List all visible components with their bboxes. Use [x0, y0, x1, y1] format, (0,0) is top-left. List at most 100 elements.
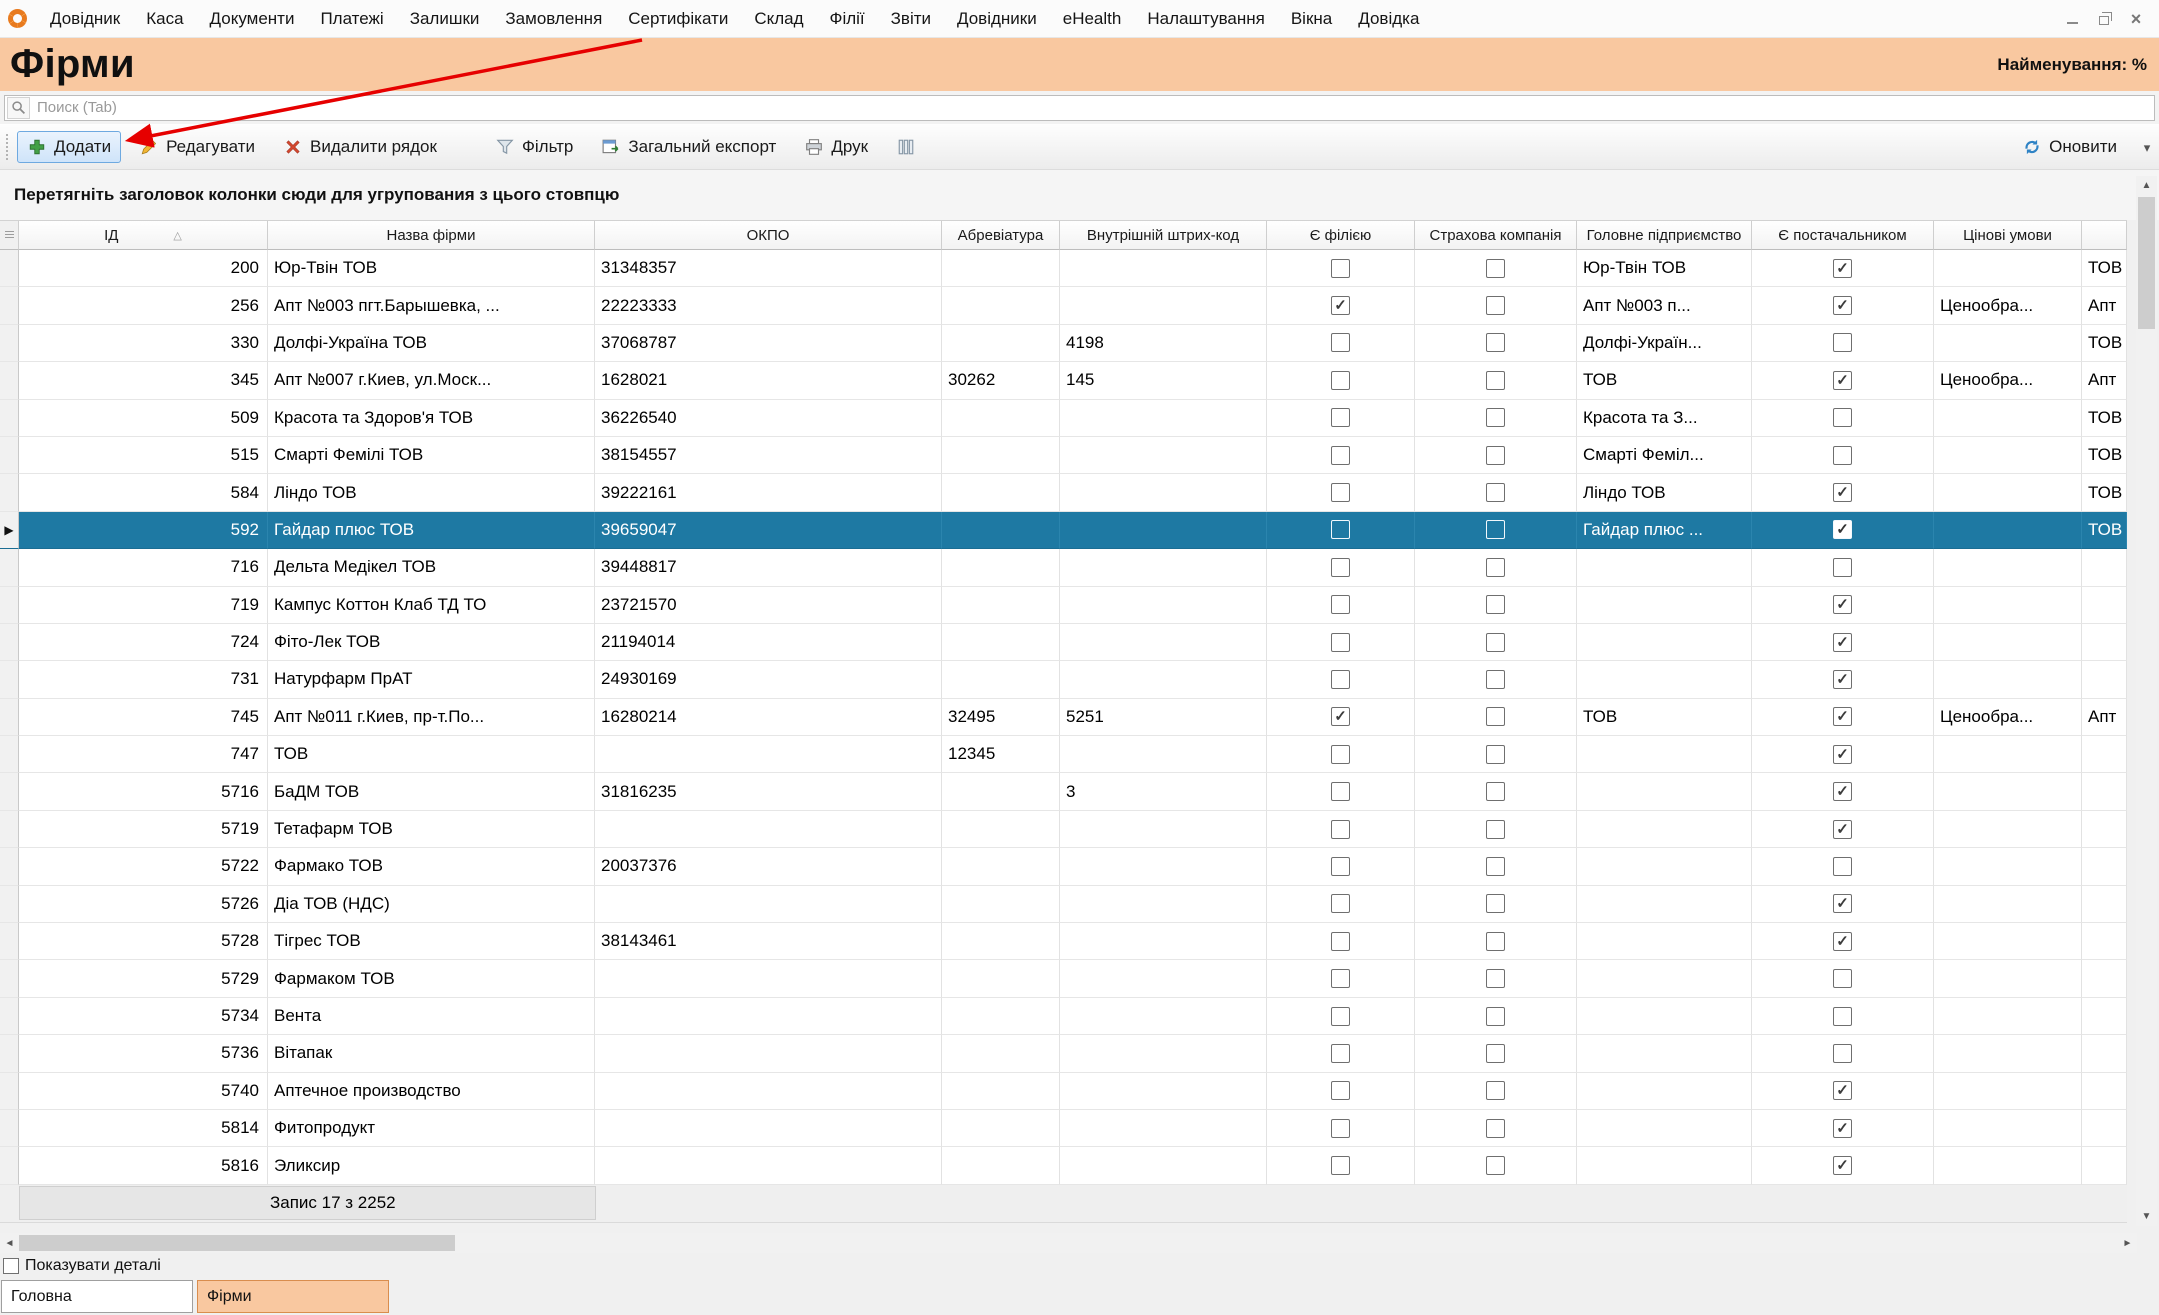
- branch-checkbox[interactable]: [1331, 745, 1350, 764]
- menu-item-platezhi[interactable]: Платежі: [307, 9, 396, 29]
- column-header-barcode[interactable]: Внутрішній штрих-код: [1060, 221, 1267, 250]
- column-header-branch[interactable]: Є філією: [1267, 221, 1415, 250]
- branch-checkbox[interactable]: [1331, 296, 1350, 315]
- table-row[interactable]: 719Кампус Коттон Клаб ТД ТО23721570: [0, 587, 2127, 624]
- print-button[interactable]: Друк: [794, 131, 878, 163]
- insurance-checkbox[interactable]: [1486, 782, 1505, 801]
- insurance-checkbox[interactable]: [1486, 1119, 1505, 1138]
- horizontal-scroll-thumb[interactable]: [19, 1235, 455, 1251]
- refresh-button[interactable]: Оновити: [2012, 131, 2127, 163]
- branch-checkbox[interactable]: [1331, 670, 1350, 689]
- scroll-up-icon[interactable]: ▲: [2136, 176, 2157, 195]
- scroll-left-icon[interactable]: ◄: [0, 1233, 19, 1253]
- supplier-checkbox[interactable]: [1833, 857, 1852, 876]
- insurance-checkbox[interactable]: [1486, 633, 1505, 652]
- branch-checkbox[interactable]: [1331, 782, 1350, 801]
- columns-button[interactable]: [886, 131, 926, 163]
- insurance-checkbox[interactable]: [1486, 259, 1505, 278]
- table-row[interactable]: 5722Фармако ТОВ20037376: [0, 848, 2127, 885]
- table-row[interactable]: 200Юр-Твін ТОВ31348357Юр-Твін ТОВТОВ: [0, 250, 2127, 287]
- insurance-checkbox[interactable]: [1486, 371, 1505, 390]
- table-row[interactable]: ▶592Гайдар плюс ТОВ39659047Гайдар плюс .…: [0, 512, 2127, 549]
- branch-checkbox[interactable]: [1331, 1156, 1350, 1175]
- menu-item-zamovlennia[interactable]: Замовлення: [492, 9, 615, 29]
- table-row[interactable]: 5816Эликсир: [0, 1147, 2127, 1184]
- add-button[interactable]: Додати: [17, 131, 121, 163]
- menu-item-dovidnyky[interactable]: Довідники: [944, 9, 1050, 29]
- supplier-checkbox[interactable]: [1833, 932, 1852, 951]
- supplier-checkbox[interactable]: [1833, 483, 1852, 502]
- table-row[interactable]: 5736Вітапак: [0, 1035, 2127, 1072]
- branch-checkbox[interactable]: [1331, 259, 1350, 278]
- column-header-okpo[interactable]: ОКПО: [595, 221, 942, 250]
- menu-item-zvity[interactable]: Звіти: [878, 9, 944, 29]
- table-row[interactable]: 584Ліндо ТОВ39222161Ліндо ТОВТОВ: [0, 474, 2127, 511]
- table-row[interactable]: 515Смарті Фемілі ТОВ38154557Смарті Феміл…: [0, 437, 2127, 474]
- table-row[interactable]: 5740Аптечное производство: [0, 1073, 2127, 1110]
- insurance-checkbox[interactable]: [1486, 1156, 1505, 1175]
- scroll-right-icon[interactable]: ►: [2118, 1233, 2137, 1253]
- branch-checkbox[interactable]: [1331, 932, 1350, 951]
- supplier-checkbox[interactable]: [1833, 1044, 1852, 1063]
- supplier-checkbox[interactable]: [1833, 969, 1852, 988]
- table-row[interactable]: 5728Тігрес ТОВ38143461: [0, 923, 2127, 960]
- supplier-checkbox[interactable]: [1833, 296, 1852, 315]
- table-row[interactable]: 5716БаДМ ТОВ318162353: [0, 773, 2127, 810]
- insurance-checkbox[interactable]: [1486, 408, 1505, 427]
- branch-checkbox[interactable]: [1331, 894, 1350, 913]
- table-row[interactable]: 724Фіто-Лек ТОВ21194014: [0, 624, 2127, 661]
- supplier-checkbox[interactable]: [1833, 1081, 1852, 1100]
- branch-checkbox[interactable]: [1331, 1044, 1350, 1063]
- menu-item-sertyfikaty[interactable]: Сертифікати: [615, 9, 741, 29]
- minimize-button[interactable]: [2059, 8, 2085, 30]
- insurance-checkbox[interactable]: [1486, 670, 1505, 689]
- insurance-checkbox[interactable]: [1486, 932, 1505, 951]
- column-header-type[interactable]: [2082, 221, 2127, 250]
- branch-checkbox[interactable]: [1331, 707, 1350, 726]
- branch-checkbox[interactable]: [1331, 633, 1350, 652]
- branch-checkbox[interactable]: [1331, 820, 1350, 839]
- menu-item-filii[interactable]: Філії: [817, 9, 878, 29]
- insurance-checkbox[interactable]: [1486, 857, 1505, 876]
- restore-button[interactable]: [2091, 8, 2117, 30]
- table-row[interactable]: 5729Фармаком ТОВ: [0, 960, 2127, 997]
- insurance-checkbox[interactable]: [1486, 1007, 1505, 1026]
- supplier-checkbox[interactable]: [1833, 408, 1852, 427]
- table-row[interactable]: 5734Вента: [0, 998, 2127, 1035]
- table-row[interactable]: 747ТОВ12345: [0, 736, 2127, 773]
- supplier-checkbox[interactable]: [1833, 1156, 1852, 1175]
- supplier-checkbox[interactable]: [1833, 707, 1852, 726]
- close-button[interactable]: ×: [2123, 8, 2149, 30]
- column-header-insurance[interactable]: Страхова компанія: [1415, 221, 1577, 250]
- insurance-checkbox[interactable]: [1486, 333, 1505, 352]
- insurance-checkbox[interactable]: [1486, 595, 1505, 614]
- column-header-id[interactable]: ІД△: [19, 221, 268, 250]
- supplier-checkbox[interactable]: [1833, 820, 1852, 839]
- insurance-checkbox[interactable]: [1486, 820, 1505, 839]
- supplier-checkbox[interactable]: [1833, 1007, 1852, 1026]
- supplier-checkbox[interactable]: [1833, 259, 1852, 278]
- supplier-checkbox[interactable]: [1833, 670, 1852, 689]
- export-button[interactable]: Загальний експорт: [591, 131, 786, 163]
- edit-button[interactable]: Редагувати: [129, 131, 265, 163]
- supplier-checkbox[interactable]: [1833, 595, 1852, 614]
- menu-item-vikna[interactable]: Вікна: [1278, 9, 1345, 29]
- insurance-checkbox[interactable]: [1486, 707, 1505, 726]
- menu-item-nalashtuvannia[interactable]: Налаштування: [1134, 9, 1278, 29]
- insurance-checkbox[interactable]: [1486, 969, 1505, 988]
- menu-item-dovidka[interactable]: Довідка: [1345, 9, 1432, 29]
- branch-checkbox[interactable]: [1331, 1119, 1350, 1138]
- toolbar-overflow-button[interactable]: ▾: [2135, 139, 2159, 154]
- vertical-scroll-thumb[interactable]: [2138, 197, 2155, 329]
- branch-checkbox[interactable]: [1331, 558, 1350, 577]
- table-row[interactable]: 731Натурфарм ПрАТ24930169: [0, 661, 2127, 698]
- branch-checkbox[interactable]: [1331, 969, 1350, 988]
- menu-item-zalyshky[interactable]: Залишки: [397, 9, 493, 29]
- insurance-checkbox[interactable]: [1486, 296, 1505, 315]
- table-row[interactable]: 330Долфі-Україна ТОВ370687874198Долфі-Ук…: [0, 325, 2127, 362]
- insurance-checkbox[interactable]: [1486, 558, 1505, 577]
- menu-item-sklad[interactable]: Склад: [741, 9, 816, 29]
- branch-checkbox[interactable]: [1331, 483, 1350, 502]
- column-header-parent[interactable]: Головне підприємство: [1577, 221, 1752, 250]
- menu-item-dokumenty[interactable]: Документи: [197, 9, 308, 29]
